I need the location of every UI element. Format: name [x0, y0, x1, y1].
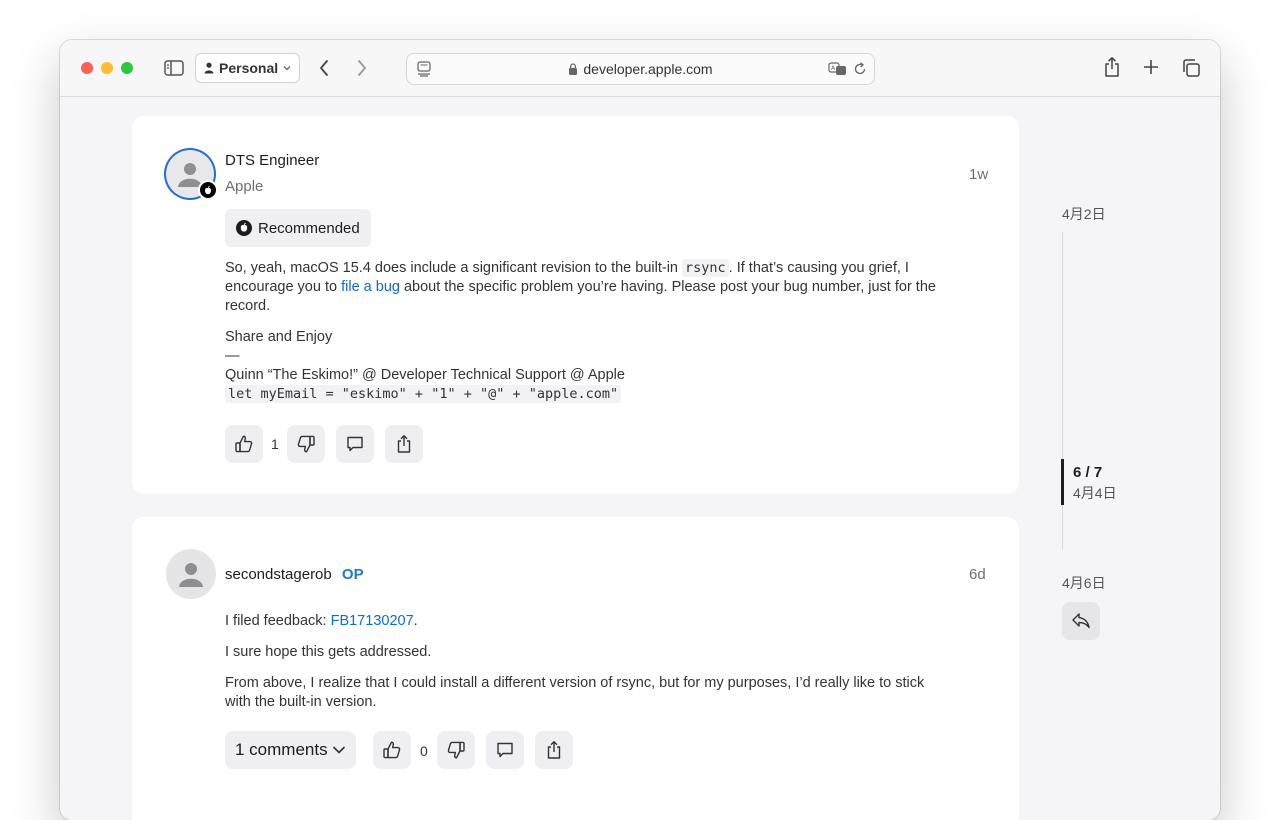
post-body: So, yeah, macOS 15.4 does include a sign… [225, 259, 965, 316]
post-card: secondstagerob OP 6d I filed feedback: F… [132, 517, 1019, 820]
dislike-button[interactable] [437, 731, 475, 769]
thumbs-down-icon [296, 434, 316, 454]
apple-icon [236, 220, 252, 236]
timeline-position: 6 / 7 [1073, 464, 1103, 481]
body-text: . [413, 613, 418, 629]
file-bug-link[interactable]: file a bug [341, 279, 400, 295]
close-window-button[interactable] [81, 62, 93, 74]
page-content: DTS Engineer Apple 1w Recommended So, ye… [60, 97, 1220, 820]
like-count: 1 [271, 436, 279, 452]
feedback-link[interactable]: FB17130207 [331, 613, 414, 629]
author-name[interactable]: DTS Engineer [225, 152, 319, 169]
profile-label: Personal [219, 60, 279, 76]
author-name[interactable]: secondstagerob OP [225, 566, 364, 583]
signoff-dash: — [225, 348, 240, 364]
share-icon [395, 434, 413, 454]
post-body-line: I filed feedback: FB17130207. [225, 612, 965, 631]
tab-overview-icon[interactable] [1180, 57, 1202, 79]
inline-code: rsync [682, 259, 729, 277]
avatar[interactable] [166, 150, 218, 200]
reply-button[interactable] [1062, 602, 1100, 640]
share-post-button[interactable] [535, 731, 573, 769]
share-post-button[interactable] [385, 425, 423, 463]
translate-icon[interactable]: A [827, 60, 849, 78]
zoom-window-button[interactable] [121, 62, 133, 74]
person-icon [177, 560, 205, 588]
recommended-badge: Recommended [225, 209, 371, 247]
post-card: DTS Engineer Apple 1w Recommended So, ye… [132, 116, 1019, 494]
address-bar[interactable]: developer.apple.com A [406, 53, 875, 85]
body-text: I filed feedback: [225, 613, 331, 629]
author-username[interactable]: secondstagerob [225, 566, 332, 583]
forward-button[interactable] [352, 57, 372, 79]
lock-icon [568, 63, 578, 75]
browser-toolbar: Personal developer.apple.com A [60, 40, 1220, 97]
comment-bubble-icon [345, 434, 365, 454]
comments-toggle-button[interactable]: 1 comments [225, 731, 356, 769]
thumbs-down-icon [446, 740, 466, 760]
comment-button[interactable] [486, 731, 524, 769]
thumbs-up-icon [382, 740, 402, 760]
like-button[interactable] [373, 731, 411, 769]
comment-button[interactable] [336, 425, 374, 463]
chevron-down-icon [283, 65, 291, 71]
signature-code-line: let myEmail = "eskimo" + "1" + "@" + "ap… [225, 385, 965, 404]
signature-code: let myEmail = "eskimo" + "1" + "@" + "ap… [225, 385, 622, 403]
timeline-end-date[interactable]: 4月6日 [1062, 573, 1106, 593]
browser-window: Personal developer.apple.com A DTS Engin… [60, 40, 1220, 820]
recommended-label: Recommended [258, 219, 360, 237]
minimize-window-button[interactable] [101, 62, 113, 74]
body-text: So, yeah, macOS 15.4 does include a sign… [225, 260, 683, 276]
op-badge: OP [341, 566, 364, 583]
signature-text: Quinn “The Eskimo!” @ Developer Technica… [225, 367, 625, 383]
timeline-start-date[interactable]: 4月2日 [1062, 204, 1106, 224]
svg-text:A: A [831, 65, 836, 72]
share-icon [545, 740, 563, 760]
new-tab-icon[interactable] [1141, 57, 1161, 77]
dislike-button[interactable] [287, 425, 325, 463]
reply-arrow-icon [1071, 612, 1091, 630]
thumbs-up-icon [234, 434, 254, 454]
comment-bubble-icon [495, 740, 515, 760]
person-icon [204, 62, 214, 74]
comments-label: 1 comments [235, 740, 328, 759]
back-button[interactable] [314, 57, 334, 79]
like-button[interactable] [225, 425, 263, 463]
author-affiliation: Apple [225, 178, 264, 195]
timeline-position-date: 4月4日 [1073, 485, 1117, 501]
post-body-line: From above, I realize that I could insta… [225, 675, 925, 710]
signoff-text: Share and Enjoy [225, 329, 333, 345]
profile-menu-button[interactable]: Personal [195, 53, 301, 83]
chevron-down-icon [332, 745, 346, 755]
post-body-line: I sure hope this gets addressed. [225, 644, 432, 660]
apple-badge-icon [198, 180, 218, 200]
post-time: 1w [969, 166, 989, 183]
url-text: developer.apple.com [583, 61, 713, 77]
reload-icon[interactable] [851, 60, 869, 78]
share-icon[interactable] [1101, 55, 1123, 79]
like-count: 0 [420, 743, 428, 759]
timeline-scrubber[interactable] [1061, 459, 1064, 505]
sidebar-toggle-icon[interactable] [163, 58, 185, 78]
avatar[interactable] [166, 549, 216, 599]
post-time: 6d [969, 566, 986, 583]
